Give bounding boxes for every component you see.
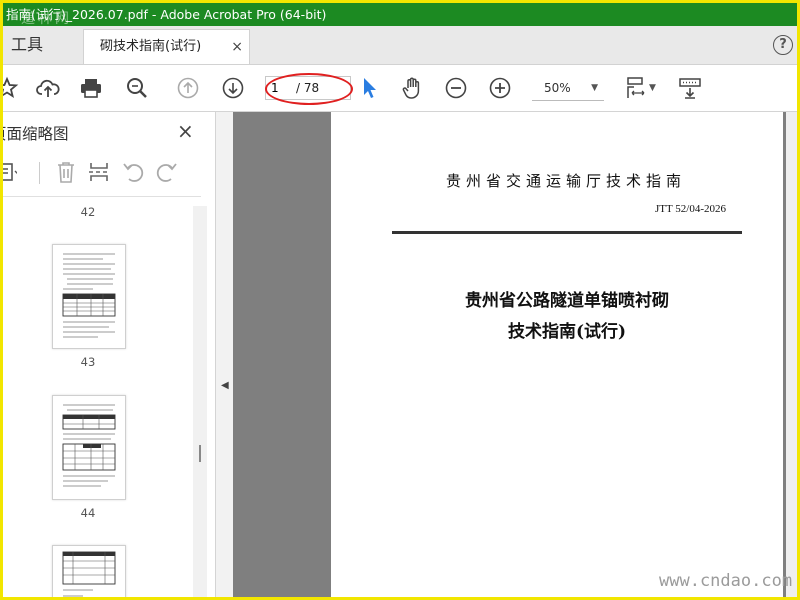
pdf-page: 贵州省交通运输厅技术指南 JTT 52/04-2026 贵州省公路隧道单锚喷衬砌… (331, 112, 783, 597)
panel-collapse-gutter[interactable]: ◀ (216, 112, 233, 597)
rotate-right-icon[interactable] (155, 160, 179, 184)
header-rule (392, 231, 742, 234)
page-number-input[interactable] (271, 79, 287, 97)
help-icon[interactable]: ? (773, 35, 793, 55)
page-options-icon[interactable] (3, 160, 17, 184)
document-header: 贵州省交通运输厅技术指南 (445, 172, 686, 190)
delete-icon[interactable] (54, 160, 78, 184)
thumbnail-label: 43 (80, 355, 96, 369)
chevron-down-icon: ▼ (591, 83, 598, 93)
panel-title: 页面缩略图 (3, 125, 69, 143)
print-icon[interactable] (79, 76, 103, 100)
thumbnail-label: 42 (80, 205, 96, 219)
zoom-out-icon[interactable] (444, 76, 468, 100)
rotate-left-icon[interactable] (121, 160, 145, 184)
thumbnail-scrollbar[interactable] (193, 206, 207, 597)
tab-tools[interactable]: 工具 (11, 26, 43, 64)
page-thumbnail-44[interactable] (52, 395, 126, 500)
upload-icon[interactable] (36, 76, 60, 100)
read-mode-icon[interactable] (678, 76, 702, 100)
page-thumbnail-45[interactable] (52, 545, 126, 597)
hand-icon[interactable] (400, 76, 424, 100)
site-watermark-bottom: www.cndao.com (659, 571, 793, 591)
document-title: 贵州省公路隧道单锚喷衬砌 (465, 291, 669, 311)
zoom-select[interactable]: 50% ▼ (532, 78, 604, 101)
page-up-icon[interactable] (176, 76, 200, 100)
thumbnail-toolbar (3, 150, 201, 197)
tab-document[interactable]: 砌技术指南(试行) × (83, 29, 250, 64)
thumbnail-label: 44 (80, 506, 96, 520)
panel-close-icon[interactable]: × (177, 119, 194, 143)
document-view: 贵州省交通运输厅技术指南 JTT 52/04-2026 贵州省公路隧道单锚喷衬砌… (233, 112, 797, 597)
document-subtitle: 技术指南(试行) (507, 322, 627, 342)
page-down-icon[interactable] (221, 76, 245, 100)
zoom-in-icon[interactable] (488, 76, 512, 100)
page-fit-icon[interactable] (623, 76, 647, 100)
zoom-search-icon[interactable] (125, 76, 149, 100)
document-code: JTT 52/04-2026 (655, 203, 726, 215)
title-bar: 指南(试行)_2026.07.pdf - Adobe Acrobat Pro (… (3, 3, 797, 27)
document-scrollbar[interactable] (786, 112, 797, 597)
panel-resize-handle[interactable] (199, 445, 201, 462)
page-number-box: / 78 (265, 76, 351, 100)
zoom-value: 50% (544, 81, 571, 95)
page-total: / 78 (296, 81, 320, 95)
extract-icon[interactable] (87, 160, 111, 184)
collapse-arrow-icon[interactable]: ◀ (221, 380, 229, 391)
tab-document-label: 砌技术指南(试行) (100, 39, 202, 54)
page-thumbnail-43[interactable] (52, 244, 126, 349)
tab-close-icon[interactable]: × (231, 30, 243, 64)
select-cursor-icon[interactable] (358, 76, 382, 100)
toolbar: / 78 50% ▼ ▼ (3, 65, 797, 112)
toolbar-divider (39, 162, 40, 184)
app-window: 指南(试行)_2026.07.pdf - Adobe Acrobat Pro (… (0, 0, 800, 600)
bookmark-star-icon[interactable] (3, 76, 19, 100)
page-fit-dropdown-icon[interactable]: ▼ (649, 83, 656, 93)
thumbnail-panel: 页面缩略图 × 42 (3, 112, 216, 597)
tab-bar: 工具 砌技术指南(试行) × ? (3, 26, 797, 65)
